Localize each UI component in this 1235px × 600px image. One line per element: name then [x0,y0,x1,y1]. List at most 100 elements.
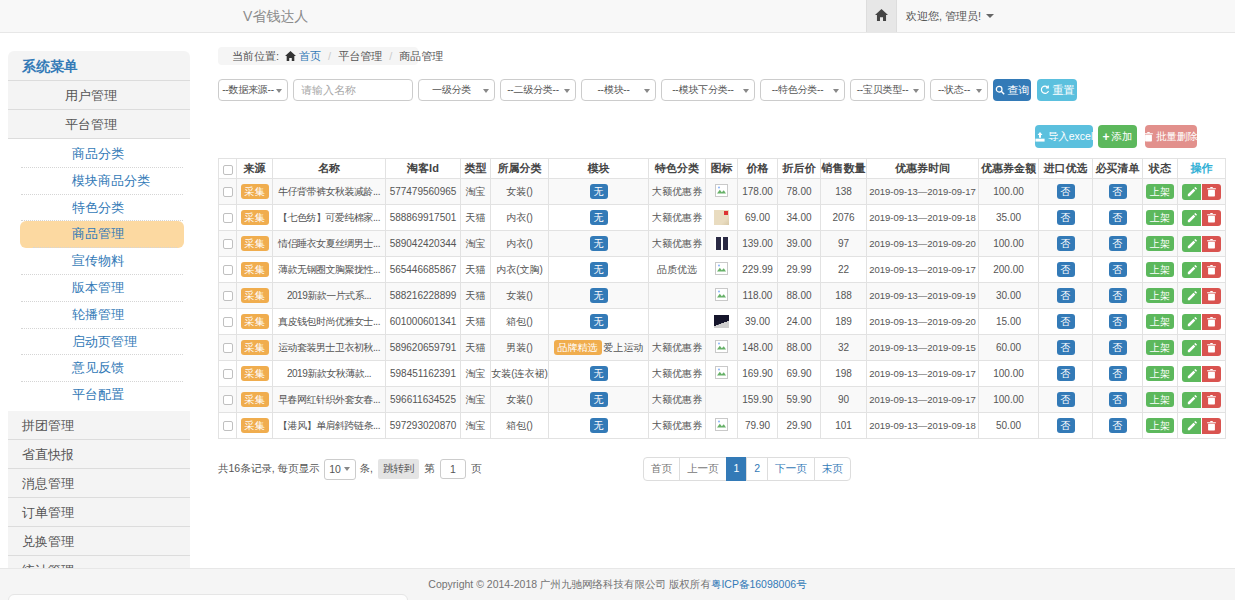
page-prev[interactable]: 上一页 [679,457,727,481]
breadcrumb-item: 平台管理 [338,49,382,64]
sidebar-group-item[interactable]: 省直快报 [8,440,190,469]
delete-button[interactable] [1202,288,1221,304]
page-next[interactable]: 下一页 [767,457,815,481]
edit-button[interactable] [1182,366,1201,382]
filter-select[interactable]: --状态-- [930,79,988,101]
cell-taoke-id: 589620659791 [386,335,461,361]
icp-link[interactable]: 粤ICP备16098006号 [711,578,807,592]
row-checkbox[interactable] [223,213,233,223]
delete-button[interactable] [1202,314,1221,330]
module-badge: 无 [590,314,608,330]
home-button[interactable] [866,0,897,32]
filter-select[interactable]: --模块-- [581,79,656,101]
delete-button[interactable] [1202,210,1221,226]
filter-select-label: --特色分类-- [772,83,824,97]
imported-badge: 否 [1057,314,1075,330]
cell-coupon-amount: 100.00 [979,179,1039,205]
source-badge: 采集 [241,288,269,304]
filter-select[interactable]: --宝贝类型-- [850,79,925,101]
delete-button[interactable] [1202,366,1221,382]
header-select-all [219,159,237,179]
edit-button[interactable] [1182,288,1201,304]
sidebar-sub-item[interactable]: 模块商品分类 [8,168,190,195]
row-checkbox[interactable] [223,239,233,249]
cell-operations [1178,257,1226,283]
user-menu[interactable]: 欢迎您, 管理员! [906,0,994,32]
edit-button[interactable] [1182,340,1201,356]
sidebar-sub-item[interactable]: 商品管理 [20,221,184,248]
jump-button[interactable]: 跳转到 [378,459,420,479]
sidebar-group-item[interactable]: 订单管理 [8,498,190,527]
delete-button[interactable] [1202,392,1221,408]
row-checkbox[interactable] [223,265,233,275]
sidebar-sub-item[interactable]: 意见反馈 [8,355,190,382]
edit-button[interactable] [1182,314,1201,330]
sidebar-group-item[interactable]: 消息管理 [8,469,190,498]
cell-price: 118.00 [738,283,778,309]
sidebar-group-item[interactable]: 用户管理 [8,81,190,110]
jump-page-input[interactable] [440,459,466,479]
sidebar-group-item[interactable]: 拼团管理 [8,411,190,440]
row-checkbox[interactable] [223,187,233,197]
row-checkbox[interactable] [223,421,233,431]
reset-button[interactable]: 重置 [1037,79,1077,101]
table-row: 采集真皮钱包时尚优雅女士...601000601341天猫箱包()无39.002… [219,309,1226,335]
select-all-checkbox[interactable] [223,165,233,175]
cell-coupon-amount: 50.00 [979,413,1039,439]
row-checkbox[interactable] [223,317,233,327]
page-first[interactable]: 首页 [643,457,680,481]
sidebar-sub-item[interactable]: 商品分类 [8,141,190,168]
edit-button[interactable] [1182,236,1201,252]
filter-select[interactable]: --模块下分类-- [661,79,755,101]
filter-select[interactable]: --特色分类-- [760,79,845,101]
breadcrumb-home-link[interactable]: 首页 [285,49,321,64]
filter-select[interactable]: --数据来源-- [218,79,288,101]
edit-button[interactable] [1182,418,1201,434]
page-2[interactable]: 2 [746,457,768,481]
sidebar-sub-item[interactable]: 特色分类 [8,195,190,222]
cell-checkbox [219,413,237,439]
sidebar-sub-item[interactable]: 启动页管理 [8,329,190,356]
sidebar-sub-item[interactable]: 平台配置 [8,382,190,409]
trash-icon [1144,132,1153,142]
row-checkbox[interactable] [223,343,233,353]
trash-icon [1207,213,1216,223]
search-button[interactable]: 查询 [993,79,1031,101]
filter-select[interactable]: 一级分类 [418,79,495,101]
sidebar-sub-item[interactable]: 轮播管理 [8,302,190,329]
trash-icon [1207,187,1216,197]
table-actions: 导入excel + 添加 批量删除 [218,125,1225,148]
row-checkbox[interactable] [223,369,233,379]
batch-delete-button[interactable]: 批量删除 [1145,125,1197,148]
sidebar-group-item[interactable]: 兑换管理 [8,527,190,556]
delete-button[interactable] [1202,262,1221,278]
sidebar-sub-item[interactable]: 宣传物料 [8,248,190,275]
add-button[interactable]: + 添加 [1098,125,1137,148]
table-row: 采集运动套装男士卫衣初秋...589620659791天猫男装()品牌精选爱上运… [219,335,1226,361]
filter-name-input[interactable] [293,79,413,101]
cell-discount-price: 29.99 [778,257,821,283]
home-icon [285,51,296,61]
sidebar-sub-item[interactable]: 版本管理 [8,275,190,302]
sidebar-group-item[interactable]: 平台管理 [8,110,190,139]
source-badge: 采集 [241,314,269,330]
edit-button[interactable] [1182,392,1201,408]
filter-select[interactable]: --二级分类-- [500,79,576,101]
per-page-select[interactable]: 10 [324,459,356,480]
delete-button[interactable] [1202,418,1221,434]
edit-button[interactable] [1182,210,1201,226]
status-badge: 上架 [1146,392,1174,408]
page-last[interactable]: 末页 [814,457,851,481]
cell-sales: 198 [821,361,867,387]
row-checkbox[interactable] [223,395,233,405]
delete-button[interactable] [1202,340,1221,356]
delete-button[interactable] [1202,184,1221,200]
import-excel-button[interactable]: 导入excel [1035,125,1093,148]
edit-button[interactable] [1182,184,1201,200]
edit-button[interactable] [1182,262,1201,278]
cell-operations [1178,335,1226,361]
row-checkbox[interactable] [223,291,233,301]
delete-button[interactable] [1202,236,1221,252]
page-1[interactable]: 1 [726,457,748,481]
search-icon [995,85,1005,95]
